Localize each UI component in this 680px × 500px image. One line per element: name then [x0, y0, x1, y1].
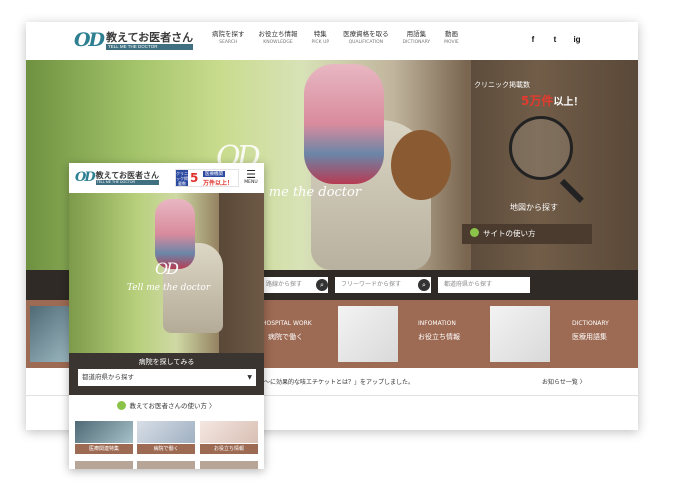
- nav-item-pickup[interactable]: 特集 PICK UP: [312, 30, 330, 47]
- news-item[interactable]: 「〜に効果的な咳エチケットとは？」をアップしました。: [258, 377, 414, 386]
- tile-image: [200, 421, 258, 443]
- tile-label: 病院で働く: [137, 444, 195, 454]
- tile-label: お役立ち情報: [200, 444, 258, 454]
- chevron-down-icon: ▼: [247, 374, 252, 381]
- howto-link[interactable]: 教えてお医者さんの使い方 〉: [69, 395, 264, 417]
- badge-number: 5: [190, 171, 199, 185]
- badge-label: クリニック掲載数: [176, 170, 188, 186]
- tile-image: [75, 421, 133, 443]
- hamburger-icon: ☰: [246, 168, 256, 181]
- tile-label: 医療関連特集: [75, 444, 133, 454]
- beginner-leaf-icon: [470, 228, 479, 237]
- clinic-count-badge: クリニック掲載数 5 医療機関 万件以上！: [175, 169, 239, 187]
- prefecture-select[interactable]: 都道府県から探す: [438, 277, 530, 293]
- news-list-link[interactable]: お知らせ一覧 〉: [542, 377, 586, 386]
- tile-next-row: [137, 461, 195, 469]
- logo-title: 教えてお医者さん: [106, 30, 194, 44]
- hero-tagline: Tell me the doctor: [127, 283, 211, 293]
- nav-item-knowledge[interactable]: お役立ち情報 KNOWLEDGE: [259, 30, 298, 47]
- logo-subtitle: TELL ME THE DOCTOR: [106, 43, 194, 50]
- badge-tag: 医療機関: [203, 171, 225, 177]
- map-search-link[interactable]: 地図から探す: [510, 202, 558, 213]
- mobile-header: OD 教えてお医者さん TELL ME THE DOCTOR クリニック掲載数 …: [69, 163, 264, 193]
- site-logo[interactable]: OD 教えてお医者さん TELL ME THE DOCTOR: [75, 170, 159, 185]
- beginner-leaf-icon: [117, 401, 127, 410]
- facebook-icon[interactable]: f: [528, 35, 538, 44]
- tile-image: [137, 421, 195, 443]
- search-title: 病院を探してみる: [138, 358, 195, 366]
- category-image: [490, 306, 550, 362]
- social-links: f t ig: [528, 35, 594, 44]
- mobile-search: 病院を探してみる 都道府県から探す ▼: [69, 353, 264, 395]
- logo-mark: OD: [74, 29, 105, 51]
- mobile-mockup: OD 教えてお医者さん TELL ME THE DOCTOR クリニック掲載数 …: [69, 163, 264, 469]
- tile-hospital-work[interactable]: 病院で働く: [137, 421, 195, 454]
- promo-stage: OD 教えてお医者さん TELL ME THE DOCTOR 病院を探す SEA…: [0, 0, 680, 500]
- nav-item-search[interactable]: 病院を探す SEARCH: [212, 30, 245, 47]
- site-logo[interactable]: OD 教えてお医者さん TELL ME THE DOCTOR: [74, 29, 194, 51]
- category-dictionary[interactable]: DICTIONARY 医療用語集: [488, 300, 638, 368]
- menu-label: MENU: [244, 180, 258, 185]
- tile-information[interactable]: お役立ち情報: [200, 421, 258, 454]
- category-image: [338, 306, 398, 362]
- hero-logo-mark: OD: [155, 259, 179, 278]
- desktop-header: OD 教えてお医者さん TELL ME THE DOCTOR 病院を探す SEA…: [26, 22, 638, 60]
- category-information[interactable]: INFOMATION お役立ち情報: [336, 300, 486, 368]
- main-nav: 病院を探す SEARCH お役立ち情報 KNOWLEDGE 特集 PICK UP…: [212, 30, 473, 47]
- nav-item-qualification[interactable]: 医療資格を取る QUALIFICATION: [343, 30, 389, 47]
- category-image: [30, 306, 70, 362]
- clinic-count-label: クリニック掲載数: [474, 81, 530, 89]
- clinic-count: 5万件以上！: [521, 94, 584, 108]
- tile-next-row: [200, 461, 258, 469]
- mobile-hero: OD Tell me the doctor: [69, 193, 264, 353]
- menu-button[interactable]: ☰ MENU: [242, 169, 260, 185]
- search-icon[interactable]: ⌕: [418, 279, 430, 291]
- logo-title: 教えてお医者さん: [95, 170, 159, 180]
- twitter-icon[interactable]: t: [550, 35, 560, 44]
- instagram-icon[interactable]: ig: [572, 35, 582, 44]
- nav-item-movie[interactable]: 動画 MOVIE: [444, 30, 459, 47]
- map-search-magnifier-icon[interactable]: [509, 116, 573, 180]
- nav-item-dictionary[interactable]: 用語集 DICTIONARY: [403, 30, 431, 47]
- tile-feature[interactable]: 医療関連特集: [75, 421, 133, 454]
- hero-woman-hair: [391, 130, 451, 200]
- hero-child-image: [304, 64, 384, 184]
- freeword-search-input[interactable]: フリーワードから探す: [335, 277, 431, 293]
- tile-next-row: [75, 461, 133, 469]
- prefecture-select[interactable]: 都道府県から探す ▼: [78, 369, 256, 386]
- hero-tree-trunk: [219, 193, 264, 353]
- logo-mark: OD: [75, 170, 96, 185]
- mobile-category-grid: 医療関連特集 病院で働く お役立ち情報: [69, 417, 264, 469]
- search-icon[interactable]: ⌕: [316, 279, 328, 291]
- howto-button[interactable]: サイトの使い方: [462, 224, 592, 244]
- category-hospital-work[interactable]: HOSPITAL WORK 病院で働く: [256, 300, 336, 368]
- logo-subtitle: TELL ME THE DOCTOR: [95, 180, 159, 185]
- badge-sub: 万件以上！: [203, 180, 234, 187]
